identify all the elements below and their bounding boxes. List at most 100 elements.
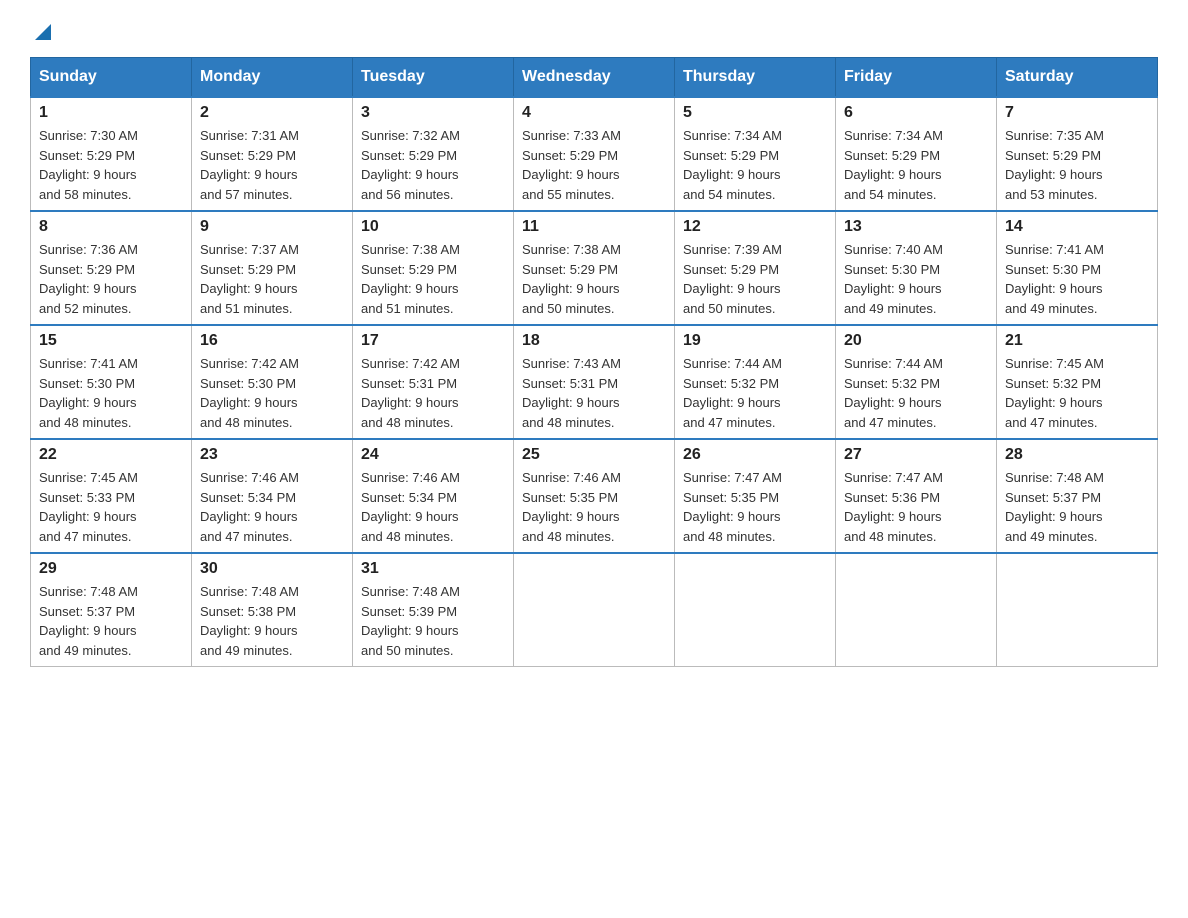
day-number: 25 [522,446,666,464]
day-info: Sunrise: 7:38 AMSunset: 5:29 PMDaylight:… [522,242,621,316]
day-number: 8 [39,218,183,236]
day-of-week-header: Tuesday [353,58,514,98]
calendar-day-cell: 1 Sunrise: 7:30 AMSunset: 5:29 PMDayligh… [31,97,192,211]
day-info: Sunrise: 7:41 AMSunset: 5:30 PMDaylight:… [39,356,138,430]
calendar-day-cell [836,553,997,667]
calendar-day-cell: 21 Sunrise: 7:45 AMSunset: 5:32 PMDaylig… [997,325,1158,439]
day-number: 16 [200,332,344,350]
day-info: Sunrise: 7:47 AMSunset: 5:36 PMDaylight:… [844,470,943,544]
day-info: Sunrise: 7:32 AMSunset: 5:29 PMDaylight:… [361,128,460,202]
day-info: Sunrise: 7:34 AMSunset: 5:29 PMDaylight:… [683,128,782,202]
day-number: 17 [361,332,505,350]
day-info: Sunrise: 7:39 AMSunset: 5:29 PMDaylight:… [683,242,782,316]
day-info: Sunrise: 7:48 AMSunset: 5:37 PMDaylight:… [39,584,138,658]
calendar-week-row: 22 Sunrise: 7:45 AMSunset: 5:33 PMDaylig… [31,439,1158,553]
calendar-header: SundayMondayTuesdayWednesdayThursdayFrid… [31,58,1158,98]
calendar-day-cell: 20 Sunrise: 7:44 AMSunset: 5:32 PMDaylig… [836,325,997,439]
day-number: 24 [361,446,505,464]
calendar-day-cell: 13 Sunrise: 7:40 AMSunset: 5:30 PMDaylig… [836,211,997,325]
day-info: Sunrise: 7:45 AMSunset: 5:32 PMDaylight:… [1005,356,1104,430]
header-row: SundayMondayTuesdayWednesdayThursdayFrid… [31,58,1158,98]
day-info: Sunrise: 7:33 AMSunset: 5:29 PMDaylight:… [522,128,621,202]
calendar-day-cell: 7 Sunrise: 7:35 AMSunset: 5:29 PMDayligh… [997,97,1158,211]
calendar-day-cell: 27 Sunrise: 7:47 AMSunset: 5:36 PMDaylig… [836,439,997,553]
calendar-day-cell: 29 Sunrise: 7:48 AMSunset: 5:37 PMDaylig… [31,553,192,667]
day-number: 28 [1005,446,1149,464]
calendar-day-cell: 11 Sunrise: 7:38 AMSunset: 5:29 PMDaylig… [514,211,675,325]
calendar-day-cell: 24 Sunrise: 7:46 AMSunset: 5:34 PMDaylig… [353,439,514,553]
day-info: Sunrise: 7:42 AMSunset: 5:30 PMDaylight:… [200,356,299,430]
day-number: 6 [844,104,988,122]
day-info: Sunrise: 7:42 AMSunset: 5:31 PMDaylight:… [361,356,460,430]
day-info: Sunrise: 7:36 AMSunset: 5:29 PMDaylight:… [39,242,138,316]
day-of-week-header: Thursday [675,58,836,98]
day-info: Sunrise: 7:30 AMSunset: 5:29 PMDaylight:… [39,128,138,202]
calendar-day-cell: 15 Sunrise: 7:41 AMSunset: 5:30 PMDaylig… [31,325,192,439]
day-number: 12 [683,218,827,236]
calendar-week-row: 8 Sunrise: 7:36 AMSunset: 5:29 PMDayligh… [31,211,1158,325]
calendar-day-cell [997,553,1158,667]
day-number: 7 [1005,104,1149,122]
logo-triangle-icon [33,20,53,47]
calendar-day-cell: 16 Sunrise: 7:42 AMSunset: 5:30 PMDaylig… [192,325,353,439]
day-info: Sunrise: 7:44 AMSunset: 5:32 PMDaylight:… [683,356,782,430]
calendar-day-cell: 30 Sunrise: 7:48 AMSunset: 5:38 PMDaylig… [192,553,353,667]
calendar-day-cell: 9 Sunrise: 7:37 AMSunset: 5:29 PMDayligh… [192,211,353,325]
day-number: 11 [522,218,666,236]
calendar-day-cell: 26 Sunrise: 7:47 AMSunset: 5:35 PMDaylig… [675,439,836,553]
day-number: 20 [844,332,988,350]
day-number: 22 [39,446,183,464]
page-header [30,20,1158,47]
day-info: Sunrise: 7:46 AMSunset: 5:34 PMDaylight:… [361,470,460,544]
day-number: 9 [200,218,344,236]
calendar-day-cell: 22 Sunrise: 7:45 AMSunset: 5:33 PMDaylig… [31,439,192,553]
day-info: Sunrise: 7:31 AMSunset: 5:29 PMDaylight:… [200,128,299,202]
calendar-day-cell: 4 Sunrise: 7:33 AMSunset: 5:29 PMDayligh… [514,97,675,211]
calendar-day-cell: 8 Sunrise: 7:36 AMSunset: 5:29 PMDayligh… [31,211,192,325]
day-of-week-header: Friday [836,58,997,98]
day-info: Sunrise: 7:41 AMSunset: 5:30 PMDaylight:… [1005,242,1104,316]
calendar-day-cell: 12 Sunrise: 7:39 AMSunset: 5:29 PMDaylig… [675,211,836,325]
day-info: Sunrise: 7:40 AMSunset: 5:30 PMDaylight:… [844,242,943,316]
day-info: Sunrise: 7:34 AMSunset: 5:29 PMDaylight:… [844,128,943,202]
day-of-week-header: Saturday [997,58,1158,98]
calendar-day-cell: 18 Sunrise: 7:43 AMSunset: 5:31 PMDaylig… [514,325,675,439]
calendar-day-cell: 3 Sunrise: 7:32 AMSunset: 5:29 PMDayligh… [353,97,514,211]
day-number: 30 [200,560,344,578]
calendar-day-cell: 19 Sunrise: 7:44 AMSunset: 5:32 PMDaylig… [675,325,836,439]
day-number: 10 [361,218,505,236]
calendar-day-cell [514,553,675,667]
day-number: 1 [39,104,183,122]
day-number: 26 [683,446,827,464]
day-number: 19 [683,332,827,350]
day-number: 14 [1005,218,1149,236]
day-number: 2 [200,104,344,122]
day-number: 15 [39,332,183,350]
day-info: Sunrise: 7:35 AMSunset: 5:29 PMDaylight:… [1005,128,1104,202]
calendar-day-cell: 31 Sunrise: 7:48 AMSunset: 5:39 PMDaylig… [353,553,514,667]
logo [30,20,53,47]
day-info: Sunrise: 7:44 AMSunset: 5:32 PMDaylight:… [844,356,943,430]
day-info: Sunrise: 7:47 AMSunset: 5:35 PMDaylight:… [683,470,782,544]
calendar-day-cell: 17 Sunrise: 7:42 AMSunset: 5:31 PMDaylig… [353,325,514,439]
day-number: 3 [361,104,505,122]
calendar-table: SundayMondayTuesdayWednesdayThursdayFrid… [30,57,1158,667]
calendar-day-cell: 28 Sunrise: 7:48 AMSunset: 5:37 PMDaylig… [997,439,1158,553]
day-number: 13 [844,218,988,236]
calendar-day-cell: 23 Sunrise: 7:46 AMSunset: 5:34 PMDaylig… [192,439,353,553]
calendar-week-row: 29 Sunrise: 7:48 AMSunset: 5:37 PMDaylig… [31,553,1158,667]
day-number: 4 [522,104,666,122]
day-info: Sunrise: 7:38 AMSunset: 5:29 PMDaylight:… [361,242,460,316]
day-number: 31 [361,560,505,578]
day-of-week-header: Wednesday [514,58,675,98]
calendar-day-cell: 25 Sunrise: 7:46 AMSunset: 5:35 PMDaylig… [514,439,675,553]
day-number: 18 [522,332,666,350]
day-info: Sunrise: 7:37 AMSunset: 5:29 PMDaylight:… [200,242,299,316]
day-info: Sunrise: 7:48 AMSunset: 5:39 PMDaylight:… [361,584,460,658]
calendar-week-row: 1 Sunrise: 7:30 AMSunset: 5:29 PMDayligh… [31,97,1158,211]
day-number: 23 [200,446,344,464]
calendar-day-cell: 14 Sunrise: 7:41 AMSunset: 5:30 PMDaylig… [997,211,1158,325]
calendar-day-cell: 10 Sunrise: 7:38 AMSunset: 5:29 PMDaylig… [353,211,514,325]
day-number: 21 [1005,332,1149,350]
calendar-day-cell: 5 Sunrise: 7:34 AMSunset: 5:29 PMDayligh… [675,97,836,211]
